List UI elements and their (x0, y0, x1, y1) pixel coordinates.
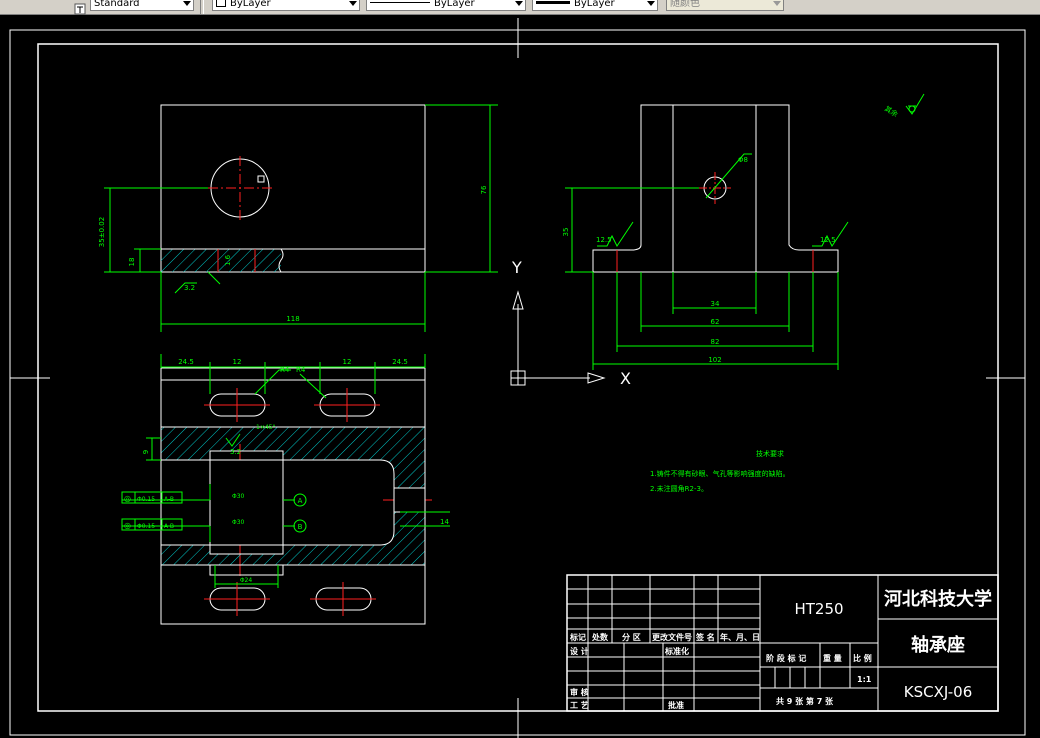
text-style-combo[interactable]: Standard (90, 0, 194, 11)
ucs-icon (510, 290, 606, 386)
dim-side-height: 35 (562, 228, 570, 237)
dim-top-slot2: 12 (343, 358, 352, 366)
tech-line-1: 1.铸件不得有砂眼、气孔等影响强度的缺陷。 (650, 469, 790, 478)
datum-a: A (298, 497, 303, 505)
front-view: 35±0.02 18 76 118 3.2 1.6 (98, 104, 498, 332)
title-block: HT250 河北科技大学 轴承座 KSCXJ-06 标记 处数 分 区 更改文件… (566, 574, 999, 712)
rough-other-note: 其余 (883, 93, 925, 119)
tech-requirements: 技术要求 1.铸件不得有砂眼、气孔等影响强度的缺陷。 2.未注圆角R2-3。 (650, 449, 790, 493)
dim-diam1: Φ30 (232, 493, 245, 500)
dim-side-62: 62 (711, 318, 720, 326)
dim-diam2: Φ30 (232, 519, 245, 526)
dim-side-34: 34 (711, 300, 720, 308)
dim-top-left: 24.5 (178, 358, 194, 366)
tech-title: 技术要求 (756, 449, 784, 458)
color-swatch-icon (216, 0, 226, 7)
tb-col-count: 处数 (591, 632, 609, 642)
lineweight-combo[interactable]: ByLayer (532, 0, 658, 11)
tb-row-process: 工 艺 (570, 700, 589, 710)
tb-school: 河北科技大学 (884, 588, 992, 610)
dim-top-sec-height: 9 (142, 450, 150, 454)
tol1-datum: A-B (164, 496, 174, 503)
chevron-down-icon (647, 1, 655, 6)
chevron-down-icon (773, 1, 781, 6)
chevron-down-icon (515, 1, 523, 6)
rough-other-label: 其余 (883, 104, 900, 119)
datum-b: B (298, 523, 303, 531)
tb-row-approve: 批准 (668, 700, 684, 710)
dim-side-hole: Φ8 (738, 156, 748, 164)
tb-sheets: 共 9 张 第 7 张 (776, 696, 834, 706)
linetype-combo[interactable]: ByLayer (366, 0, 526, 11)
tb-col-mark: 标记 (569, 632, 586, 642)
tb-row-std: 标准化 (664, 646, 689, 656)
dim-top-right: 24.5 (392, 358, 408, 366)
plot-style-combo[interactable]: 随颜色 (666, 0, 784, 11)
rough-left: 12.5 (596, 236, 612, 244)
tb-col-zone: 分 区 (622, 632, 641, 642)
section-hatch (160, 426, 426, 566)
linetype-preview-icon (370, 2, 430, 3)
dim-bottom-diam: Φ24 (240, 577, 253, 584)
tb-col-date: 年、月、日 (720, 632, 760, 642)
front-hatch (161, 249, 281, 272)
ucs-x-label: X (620, 369, 631, 388)
tb-row-review: 审 核 (570, 687, 589, 697)
plot-style-value: 随颜色 (670, 0, 700, 9)
hole-label-1: R4 (280, 366, 290, 374)
tb-part-name: 轴承座 (911, 634, 965, 656)
tb-scale-value: 1:1 (857, 675, 872, 684)
dim-side-102: 102 (708, 356, 721, 364)
dim-hole-height: 35±0.02 (98, 217, 106, 247)
side-view: Φ8 35 12.5 12.5 34 62 82 102 (562, 104, 849, 370)
layer-color-combo[interactable]: ByLayer (212, 0, 360, 11)
properties-toolbar: Standard ByLayer ByLayer ByLayer 随颜色 (0, 0, 1040, 15)
tb-weight: 重 量 (823, 653, 842, 663)
hole-label-2: R4 (296, 366, 306, 374)
chevron-down-icon (349, 1, 357, 6)
dim-front-width: 118 (286, 315, 299, 323)
layer-color-value: ByLayer (230, 0, 271, 9)
toolbar-separator (200, 0, 204, 14)
tol2-datum: A-B (164, 523, 174, 530)
tb-material: HT250 (794, 600, 843, 618)
dim-side-82: 82 (711, 338, 720, 346)
tol2-symbol: ◎ (124, 521, 131, 530)
tb-scale: 比 例 (853, 653, 872, 663)
tb-row-design: 设 计 (570, 646, 589, 656)
lineweight-value: ByLayer (574, 0, 615, 9)
rough-top-sec: 3.2 (230, 448, 241, 456)
chevron-down-icon (183, 1, 191, 6)
dim-slot: 14 (440, 518, 449, 526)
tech-line-2: 2.未注圆角R2-3。 (650, 484, 708, 493)
dim-front-height: 76 (480, 185, 488, 194)
tb-col-change: 更改文件号 (652, 632, 692, 642)
chamfer-note: 1×45° (256, 424, 275, 431)
rough-front: 3.2 (184, 284, 195, 292)
section-view (121, 354, 450, 625)
tb-code: KSCXJ-06 (904, 683, 973, 701)
linetype-value: ByLayer (434, 0, 475, 9)
rough-hole: 1.6 (224, 254, 232, 266)
drawing-canvas[interactable]: 35±0.02 18 76 118 3.2 1.6 Φ8 35 12.5 12.… (0, 14, 1040, 738)
text-style-icon[interactable] (74, 0, 86, 15)
tb-col-sign: 签 名 (695, 632, 715, 642)
lineweight-preview-icon (536, 1, 570, 4)
tb-stage: 阶 段 标 记 (766, 653, 806, 663)
rough-right: 12.5 (820, 236, 836, 244)
ucs-y-label: Y (511, 258, 522, 277)
tol1-value: Φ0.15 (137, 496, 155, 503)
dim-base-height: 18 (128, 258, 136, 267)
tol2-value: Φ0.15 (137, 523, 155, 530)
text-style-value: Standard (94, 0, 140, 9)
dim-top-slot1: 12 (233, 358, 242, 366)
tol1-symbol: ◎ (124, 494, 131, 503)
